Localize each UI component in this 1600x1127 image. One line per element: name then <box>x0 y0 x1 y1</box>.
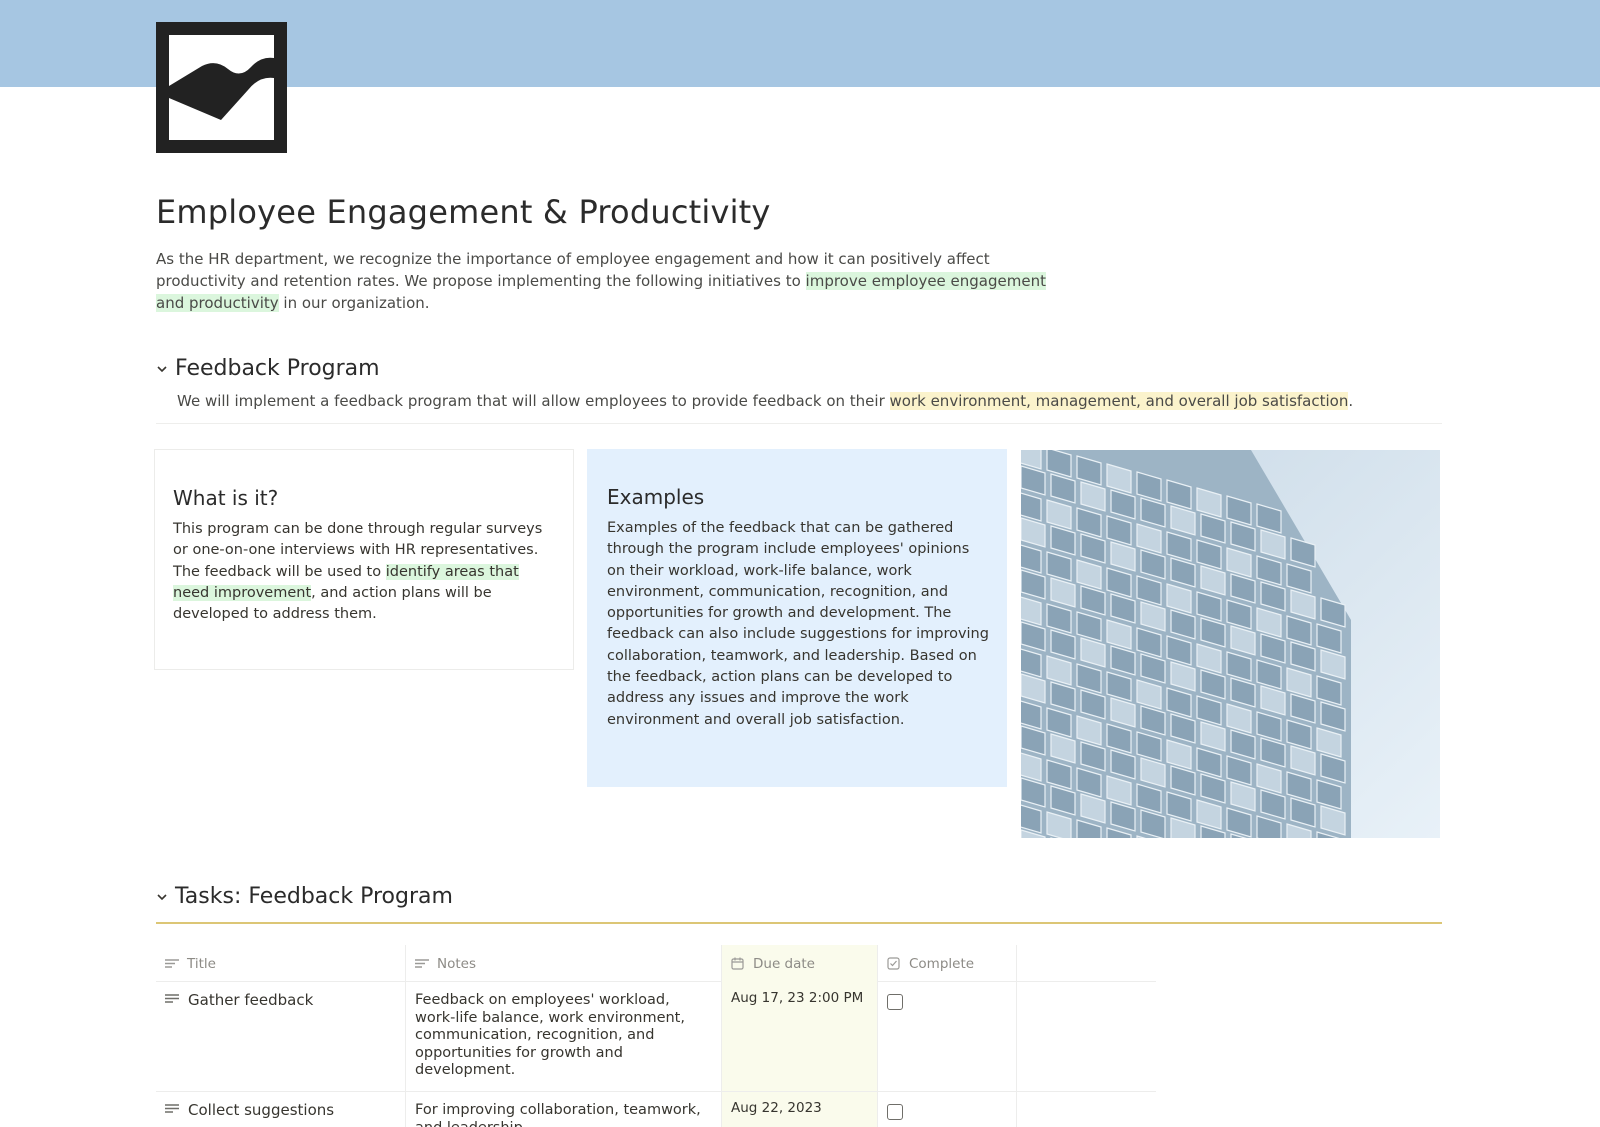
task-due-date-cell[interactable]: Aug 22, 2023 <box>722 1092 878 1127</box>
examples-card: Examples Examples of the feedback that c… <box>587 449 1007 787</box>
examples-body: Examples of the feedback that can be gat… <box>607 520 989 728</box>
column-header-due-date[interactable]: Due date <box>722 945 878 982</box>
column-header-title-label: Title <box>187 955 216 972</box>
landscape-icon <box>156 22 287 153</box>
what-is-it-card: What is it? This program can be done thr… <box>154 449 574 670</box>
column-header-title[interactable]: Title <box>156 945 406 982</box>
lead-text-end: . <box>1348 392 1354 410</box>
calendar-icon <box>731 957 747 971</box>
intro-paragraph: As the HR department, we recognize the i… <box>156 248 1076 314</box>
checkbox-icon <box>887 957 903 971</box>
feedback-program-heading[interactable]: Feedback Program <box>156 356 380 381</box>
chevron-down-icon[interactable] <box>156 891 168 903</box>
task-title-cell[interactable]: Collect suggestions <box>156 1092 406 1127</box>
tasks-heading-label: Tasks: Feedback Program <box>175 884 453 909</box>
page-icon[interactable] <box>156 22 287 153</box>
column-header-notes-label: Notes <box>437 955 476 972</box>
column-header-due-date-label: Due date <box>753 955 815 972</box>
task-due-date-cell[interactable]: Aug 17, 23 2:00 PM <box>722 982 878 1091</box>
complete-checkbox[interactable] <box>887 994 903 1010</box>
tasks-divider <box>156 922 1442 924</box>
table-row[interactable]: Collect suggestions For improving collab… <box>156 1092 1156 1127</box>
column-header-empty <box>1017 945 1156 982</box>
page-lines-icon <box>165 994 181 1008</box>
what-is-it-heading: What is it? <box>173 486 279 510</box>
empty-cell <box>1017 982 1156 1091</box>
complete-checkbox[interactable] <box>887 1104 903 1120</box>
task-complete-cell <box>878 982 1017 1091</box>
column-header-complete-label: Complete <box>909 955 975 972</box>
column-header-complete[interactable]: Complete <box>878 945 1017 982</box>
empty-cell <box>1017 1092 1156 1127</box>
task-title: Collect suggestions <box>188 1101 335 1119</box>
table-header: Title Notes Due date Complete <box>156 945 1156 982</box>
text-lines-icon <box>165 957 181 971</box>
lead-highlight: work environment, management, and overal… <box>889 392 1349 410</box>
table-row[interactable]: Gather feedback Feedback on employees' w… <box>156 982 1156 1092</box>
intro-text-end: in our organization. <box>278 294 430 312</box>
building-facade-image <box>1021 450 1440 838</box>
text-lines-icon <box>415 957 431 971</box>
page-lines-icon <box>165 1104 181 1118</box>
examples-heading: Examples <box>607 485 705 509</box>
what-is-it-body: This program can be done through regular… <box>173 519 555 625</box>
chevron-down-icon[interactable] <box>156 363 168 375</box>
task-notes-cell[interactable]: Feedback on employees' workload, work-li… <box>406 982 722 1091</box>
task-title-cell[interactable]: Gather feedback <box>156 982 406 1091</box>
feedback-program-lead: We will implement a feedback program tha… <box>177 390 1353 412</box>
task-notes-cell[interactable]: For improving collaboration, teamwork, a… <box>406 1092 722 1127</box>
lead-text: We will implement a feedback program tha… <box>177 392 890 410</box>
page-title: Employee Engagement & Productivity <box>156 193 771 231</box>
tasks-heading[interactable]: Tasks: Feedback Program <box>156 884 453 909</box>
column-header-notes[interactable]: Notes <box>406 945 722 982</box>
divider <box>156 423 1442 424</box>
feedback-program-heading-label: Feedback Program <box>175 356 380 381</box>
task-title: Gather feedback <box>188 991 314 1009</box>
task-complete-cell <box>878 1092 1017 1127</box>
tasks-table: Title Notes Due date Complete Gather fee… <box>156 945 1156 1127</box>
